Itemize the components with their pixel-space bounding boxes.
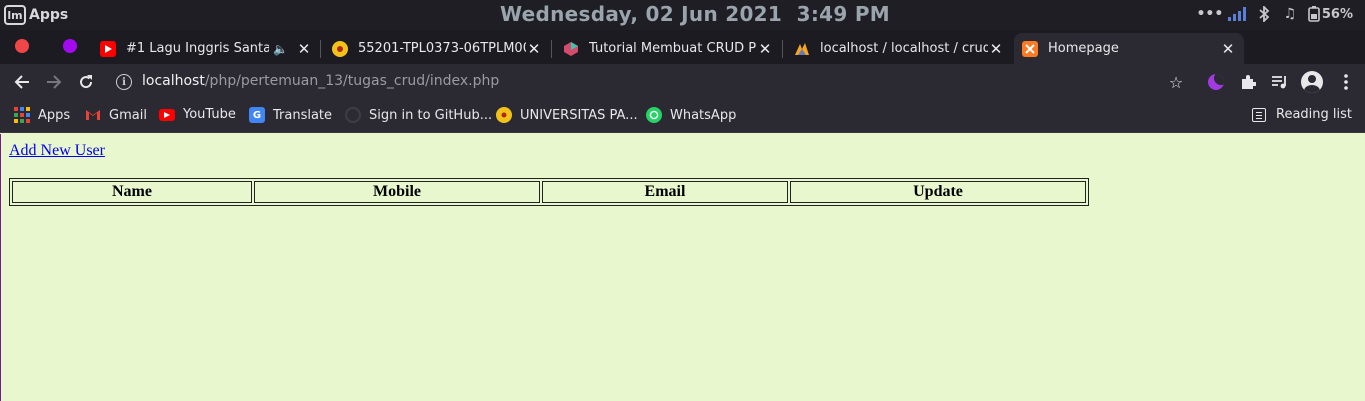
university-icon <box>332 40 348 57</box>
bookmark-apps[interactable]: Apps <box>14 107 70 123</box>
bookmark-github[interactable]: Sign in to GitHub... <box>345 107 492 123</box>
address-bar[interactable]: localhost/php/pertemuan_13/tugas_crud/in… <box>142 73 499 89</box>
tab-homepage[interactable]: Homepage ✕ <box>1014 33 1244 64</box>
system-tray: ••• ♫ 56% <box>1196 5 1353 23</box>
tab-title: #1 Lagu Inggris Santai Te <box>126 41 270 56</box>
tab-title: Tutorial Membuat CRUD PHP <box>589 41 757 56</box>
youtube-icon <box>159 108 175 121</box>
tab-youtube-music[interactable]: #1 Lagu Inggris Santai Te 🔈 ✕ <box>92 33 320 64</box>
extensions-puzzle-icon[interactable] <box>1238 72 1258 92</box>
tab-university[interactable]: 55201-TPL0373-06TPLM001- ✕ <box>324 33 550 64</box>
url-host: localhost <box>142 73 205 89</box>
system-apps-label: Apps <box>29 7 69 23</box>
bookmark-youtube[interactable]: YouTube <box>159 107 236 122</box>
tab-crud-tutorial[interactable]: Tutorial Membuat CRUD PHP ✕ <box>555 33 781 64</box>
pinned-tab-purple-icon[interactable] <box>63 39 77 53</box>
tab-title: localhost / localhost / crud_ <box>820 41 988 56</box>
back-icon[interactable] <box>10 70 34 94</box>
apps-grid-icon <box>14 107 30 123</box>
google-translate-icon: G <box>249 107 265 123</box>
bookmark-star-icon[interactable]: ☆ <box>1166 72 1186 92</box>
bookmark-label: Translate <box>273 107 333 123</box>
signal-strength-icon[interactable] <box>1227 7 1246 21</box>
more-options-icon[interactable]: ••• <box>1196 5 1223 23</box>
github-icon <box>345 107 361 123</box>
dark-mode-extension-icon[interactable] <box>1206 72 1226 92</box>
bookmark-label: YouTube <box>183 107 236 122</box>
column-header-email: Email <box>542 181 788 203</box>
site-info-icon[interactable]: i <box>116 74 132 90</box>
whatsapp-icon <box>646 107 662 123</box>
phpmyadmin-icon <box>794 41 810 57</box>
system-clock[interactable]: Wednesday, 02 Jun 2021 3:49 PM <box>500 2 890 26</box>
pinned-tab-red-icon[interactable] <box>15 39 29 53</box>
close-icon[interactable]: ✕ <box>988 40 1004 58</box>
column-header-update: Update <box>790 181 1086 203</box>
battery-percent: 56% <box>1321 6 1353 22</box>
close-icon[interactable]: ✕ <box>296 40 312 58</box>
tab-phpmyadmin[interactable]: localhost / localhost / crud_ ✕ <box>786 33 1012 64</box>
reading-list-icon <box>1252 107 1266 122</box>
tab-title: 55201-TPL0373-06TPLM001- <box>358 41 526 56</box>
bookmark-label: UNIVERSITAS PA... <box>520 107 638 123</box>
linux-mint-logo-icon: lm <box>4 5 26 25</box>
system-apps-menu[interactable]: lm Apps <box>4 4 68 26</box>
tab-strip: #1 Lagu Inggris Santai Te 🔈 ✕ 55201-TPL0… <box>0 30 1365 86</box>
bookmarks-bar: Apps Gmail YouTube G Translate Sign in t… <box>0 100 1365 133</box>
reload-icon[interactable] <box>74 70 98 94</box>
media-control-icon[interactable] <box>1270 72 1290 92</box>
tab-title: Homepage <box>1048 41 1119 56</box>
users-table: Name Mobile Email Update <box>9 178 1089 206</box>
university-icon <box>496 107 512 123</box>
column-header-name: Name <box>12 181 252 203</box>
music-icon[interactable]: ♫ <box>1282 5 1298 23</box>
forward-icon[interactable] <box>42 70 66 94</box>
crud-site-icon <box>563 41 579 57</box>
close-icon[interactable]: ✕ <box>526 40 542 58</box>
bookmark-label: WhatsApp <box>670 107 737 123</box>
system-top-bar: lm Apps Wednesday, 02 Jun 2021 3:49 PM •… <box>0 0 1365 30</box>
battery-icon <box>1308 6 1320 22</box>
reading-list-label: Reading list <box>1276 107 1352 122</box>
bookmark-label: Sign in to GitHub... <box>369 107 493 123</box>
gmail-icon <box>85 107 101 123</box>
page-content: Add New User Name Mobile Email Update <box>0 134 1365 401</box>
bookmark-whatsapp[interactable]: WhatsApp <box>646 107 736 123</box>
bluetooth-icon[interactable] <box>1256 5 1272 23</box>
url-path: /php/pertemuan_13/tugas_crud/index.php <box>204 73 500 89</box>
bookmark-gmail[interactable]: Gmail <box>85 107 147 123</box>
table-header-row: Name Mobile Email Update <box>12 181 1086 203</box>
close-icon[interactable]: ✕ <box>1220 40 1236 58</box>
battery-indicator[interactable]: 56% <box>1308 6 1353 22</box>
add-new-user-link[interactable]: Add New User <box>9 142 105 160</box>
browser-toolbar: i localhost/php/pertemuan_13/tugas_crud/… <box>0 64 1365 100</box>
youtube-icon <box>100 40 116 57</box>
bookmark-universitas[interactable]: UNIVERSITAS PA... <box>496 107 638 123</box>
column-header-mobile: Mobile <box>254 181 540 203</box>
xampp-icon <box>1022 40 1038 57</box>
bookmark-translate[interactable]: G Translate <box>249 107 332 123</box>
bookmark-label: Gmail <box>109 107 147 123</box>
reading-list-button[interactable]: Reading list <box>1252 107 1352 122</box>
profile-avatar-icon[interactable] <box>1300 70 1324 94</box>
browser-menu-icon[interactable] <box>1336 72 1356 92</box>
speaker-icon[interactable]: 🔈 <box>273 42 288 56</box>
bookmark-label: Apps <box>38 107 71 123</box>
close-icon[interactable]: ✕ <box>757 40 773 58</box>
